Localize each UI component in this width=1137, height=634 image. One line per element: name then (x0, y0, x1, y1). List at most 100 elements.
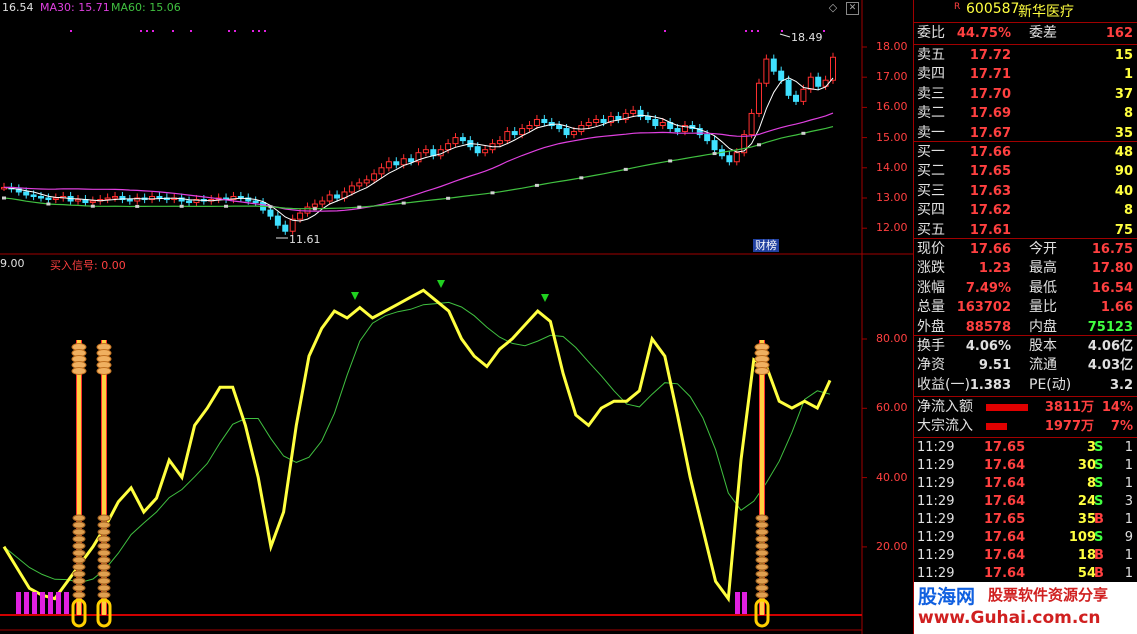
candle-body (792, 94, 799, 102)
candle-body (422, 149, 429, 154)
ma-marker (801, 131, 806, 135)
tick-volume: 109 (1068, 530, 1096, 545)
watermark-url: www.Guhai.com.cn (918, 608, 1101, 628)
coil-ring (97, 570, 111, 578)
high-price-label: 18.49 (791, 31, 823, 44)
diamond-icon[interactable]: ◇ (827, 2, 839, 14)
main-chart[interactable] (0, 0, 913, 634)
r-badge: R (954, 2, 961, 12)
field-label: PE(动) (1029, 376, 1072, 393)
candle-body (297, 212, 304, 220)
signal-dot (252, 30, 254, 32)
signal-bar (40, 592, 45, 614)
ask-row: 卖一 17.67 35 (914, 124, 1136, 143)
candle-body (326, 194, 333, 202)
candle-body (356, 182, 363, 187)
tick-side: B (1094, 512, 1104, 527)
field-label: 股本 (1029, 338, 1057, 354)
orderbook-level-label: 买一 (917, 144, 945, 160)
coil-ring (72, 542, 86, 550)
candle-body (778, 70, 785, 81)
tick-count: 1 (1124, 440, 1133, 455)
candle-body (482, 149, 489, 154)
candle-body (112, 195, 119, 199)
coil-ring (755, 591, 769, 599)
candle-body (711, 140, 718, 151)
candle-body (267, 209, 274, 217)
coil-ring (754, 367, 770, 375)
tick-price: 17.64 (984, 476, 1026, 491)
candle-body (378, 167, 385, 175)
tick-price: 17.64 (984, 458, 1026, 473)
tick-time: 11:29 (917, 548, 955, 563)
ask-row: 卖四 17.71 1 (914, 65, 1136, 84)
ask-row: 卖二 17.69 8 (914, 104, 1136, 123)
coil-ring (755, 577, 769, 585)
signal-bar (32, 592, 37, 614)
ma-marker (446, 196, 451, 200)
kline-area (1, 30, 836, 239)
price-axis-label: 18.00 (876, 40, 908, 53)
coil-ring (72, 549, 86, 557)
fund-row: 净资 9.51 流通 4.03亿 (914, 356, 1136, 375)
coil-ring (97, 591, 111, 599)
coil-ring (97, 514, 111, 522)
buy-signal-label: 买入信号: 0.00 (50, 259, 126, 272)
close-icon[interactable]: ✕ (846, 2, 859, 15)
coil-ring (755, 528, 769, 536)
candle-body (519, 128, 526, 136)
candle-body (45, 197, 52, 201)
field-value: 1.66 (1100, 300, 1133, 316)
cai-bang-badge[interactable]: 财榜 (753, 239, 779, 252)
candle-body (23, 191, 30, 196)
fund-row: 换手 4.06% 股本 4.06亿 (914, 337, 1136, 356)
tick-row: 11:29 17.64 8 S 1 (914, 475, 1136, 493)
orderbook-volume: 8 (1123, 203, 1133, 219)
field-value: 4.06亿 (1087, 339, 1133, 354)
tick-count: 1 (1124, 476, 1133, 491)
tick-count: 1 (1124, 548, 1133, 563)
tick-price: 17.65 (984, 440, 1026, 455)
ma-marker (579, 176, 584, 180)
orderbook-price: 17.66 (969, 145, 1011, 160)
candle-body (38, 195, 45, 199)
signal-dot (190, 30, 192, 32)
ma-marker (179, 204, 184, 208)
coil-ring (72, 577, 86, 585)
tick-side: S (1094, 458, 1104, 473)
signal-dot (264, 30, 266, 32)
candle-body (393, 161, 400, 166)
price-axis-label: 12.00 (876, 221, 908, 235)
candle-body (30, 194, 37, 197)
ma-marker (623, 167, 628, 171)
bid-row: 买四 17.62 8 (914, 201, 1136, 220)
coil-ring (97, 521, 111, 529)
field-label: 换手 (917, 338, 945, 354)
tick-count: 3 (1124, 494, 1133, 509)
field-value: 16.54 (1091, 280, 1133, 296)
orderbook-price: 17.72 (969, 48, 1011, 63)
candle-body (504, 131, 511, 142)
coil-ring (755, 514, 769, 522)
bid-row: 买五 17.61 75 (914, 221, 1136, 240)
candle-body (593, 118, 600, 124)
candle-body (815, 76, 822, 87)
tick-count: 9 (1124, 530, 1133, 545)
field-value: 1.23 (978, 261, 1011, 277)
candle-body (319, 200, 326, 205)
down-arrow-icon (351, 292, 359, 300)
candle-body (274, 215, 281, 226)
field-label: 今开 (1029, 241, 1057, 257)
oscillator-area (2, 280, 832, 628)
coil-ring (755, 563, 769, 571)
candle-body (363, 179, 370, 184)
tick-count: 1 (1124, 458, 1133, 473)
coil-ring (97, 577, 111, 585)
orderbook-level-label: 买五 (917, 221, 945, 238)
ma-marker (490, 191, 495, 195)
candle-body (600, 118, 607, 124)
candle-body (630, 109, 637, 114)
ma-marker (268, 205, 273, 209)
osc-main-line (2, 288, 832, 603)
candle-body (496, 140, 503, 145)
